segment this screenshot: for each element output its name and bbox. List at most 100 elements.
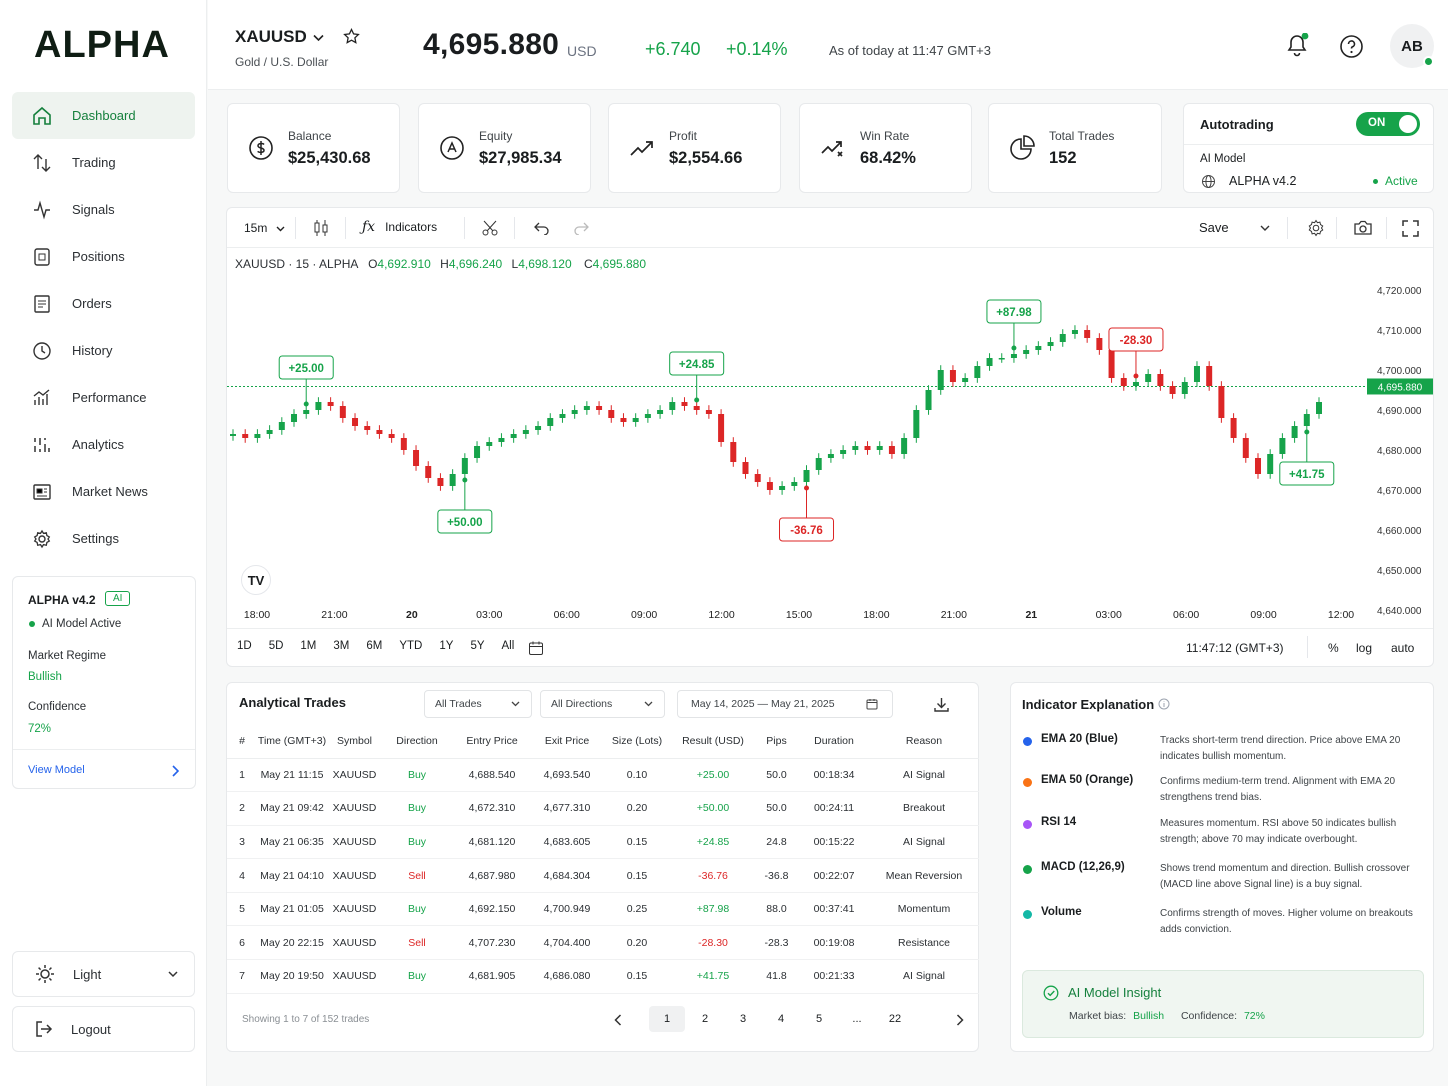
table-row[interactable]: 4 May 21 04:10 XAUUSD Sell 4,687.980 4,684.30… — [227, 858, 979, 893]
table-cell: 4,707.230 — [452, 925, 532, 961]
scissors-icon[interactable] — [482, 220, 498, 236]
direction-filter[interactable]: All Directions — [540, 690, 665, 718]
download-icon[interactable] — [934, 697, 949, 712]
autotrading-toggle[interactable]: ON — [1356, 112, 1420, 136]
sidebar-item-market-news[interactable]: Market News — [12, 468, 195, 515]
table-cell: XAUUSD — [327, 959, 382, 994]
interval-select[interactable]: 15m — [244, 221, 285, 235]
sidebar-item-label: Performance — [72, 390, 147, 405]
symbol-name[interactable]: XAUUSD — [235, 27, 307, 47]
status-dot — [29, 621, 35, 627]
indicator-name: Volume — [1041, 906, 1082, 918]
gear-icon[interactable] — [1307, 219, 1325, 237]
sidebar-item-performance[interactable]: Performance — [12, 374, 195, 421]
range-1m[interactable]: 1M — [300, 640, 316, 652]
x-tick-label: 18:00 — [863, 609, 889, 621]
candle — [315, 402, 322, 410]
candle — [1218, 386, 1225, 418]
stat-card-equity: Equity $27,985.34 — [418, 103, 591, 193]
theme-selector[interactable]: Light — [12, 951, 195, 997]
range-5y[interactable]: 5Y — [470, 640, 484, 652]
sidebar-item-orders[interactable]: Orders — [12, 280, 195, 327]
info-icon[interactable] — [1158, 698, 1170, 710]
candles-icon[interactable] — [313, 219, 329, 237]
table-cell: -36.76 — [672, 858, 754, 893]
logout-button[interactable]: Logout — [12, 1006, 195, 1052]
sidebar-item-positions[interactable]: Positions — [12, 233, 195, 280]
table-row[interactable]: 5 May 21 01:05 XAUUSD Buy 4,692.150 4,700.949… — [227, 892, 979, 927]
range-1y[interactable]: 1Y — [439, 640, 453, 652]
sidebar-item-settings[interactable]: Settings — [12, 515, 195, 562]
undo-icon[interactable] — [534, 221, 550, 235]
price-change: +6.740 — [645, 39, 701, 59]
next-page-icon[interactable] — [956, 1014, 964, 1026]
percent-toggle[interactable]: % — [1328, 641, 1339, 655]
range-ytd[interactable]: YTD — [399, 640, 422, 652]
sidebar-item-dashboard[interactable]: Dashboard — [12, 92, 195, 139]
view-model-link[interactable]: View Model — [28, 764, 85, 776]
price-chart[interactable]: 4,720.000 4,710.000 4,700.000 4,690.000 4,68… — [227, 268, 1433, 628]
table-row[interactable]: 3 May 21 06:35 XAUUSD Buy 4,681.120 4,683.605… — [227, 825, 979, 860]
sidebar-item-history[interactable]: History — [12, 327, 195, 374]
fullscreen-icon[interactable] — [1402, 220, 1419, 237]
toggle-label: ON — [1368, 117, 1386, 129]
table-cell: May 21 04:10 — [257, 858, 327, 893]
column-header: Exit Price — [532, 725, 602, 759]
auto-toggle[interactable]: auto — [1391, 641, 1414, 655]
table-cell: AI Signal — [869, 825, 979, 860]
table-cell: Sell — [382, 858, 452, 893]
bell-icon[interactable] — [1285, 33, 1309, 59]
page-1[interactable]: 1 — [649, 1006, 685, 1032]
star-icon[interactable] — [343, 28, 360, 45]
table-row[interactable]: 6 May 20 22:15 XAUUSD Sell 4,707.230 4,704.40… — [227, 925, 979, 961]
candle — [827, 454, 834, 458]
candle — [461, 458, 468, 474]
table-row[interactable]: 2 May 21 09:42 XAUUSD Buy 4,672.310 4,677.310… — [227, 791, 979, 826]
table-row[interactable]: 7 May 20 19:50 XAUUSD Buy 4,681.905 4,686.080… — [227, 959, 979, 994]
column-header: Result (USD) — [672, 725, 754, 759]
range-1d[interactable]: 1D — [237, 640, 252, 652]
candle — [754, 474, 761, 482]
sidebar-item-label: Settings — [72, 531, 119, 546]
sidebar-item-analytics[interactable]: Analytics — [12, 421, 195, 468]
page-4[interactable]: 4 — [763, 1013, 799, 1025]
symbol-description: Gold / U.S. Dollar — [235, 55, 329, 69]
range-5d[interactable]: 5D — [269, 640, 284, 652]
page-3[interactable]: 3 — [725, 1013, 761, 1025]
candle — [413, 450, 420, 466]
log-toggle[interactable]: log — [1356, 641, 1372, 655]
range-6m[interactable]: 6M — [366, 640, 382, 652]
chevron-right-icon[interactable] — [171, 765, 179, 777]
save-dropdown-icon[interactable] — [1260, 225, 1270, 232]
calendar-icon[interactable] — [528, 640, 544, 656]
redo-icon[interactable] — [573, 221, 589, 235]
pie-icon — [1010, 135, 1035, 160]
sidebar-item-signals[interactable]: Signals — [12, 186, 195, 233]
y-tick-label: 4,720.000 — [1377, 286, 1422, 297]
indicator-title: Indicator Explanation — [1022, 697, 1155, 712]
candle — [1023, 350, 1030, 354]
indicator-card: Indicator Explanation EMA 20 (Blue) Track… — [1010, 682, 1434, 1052]
table-row[interactable]: 1 May 21 11:15 XAUUSD Buy 4,688.540 4,693.540… — [227, 758, 979, 793]
camera-icon[interactable] — [1353, 220, 1373, 236]
range-all[interactable]: All — [502, 640, 515, 652]
page-2[interactable]: 2 — [687, 1013, 723, 1025]
page-5[interactable]: 5 — [801, 1013, 837, 1025]
stat-value: $2,554.66 — [669, 148, 743, 167]
candle — [888, 446, 895, 454]
candle — [1316, 402, 1322, 414]
table-cell: May 20 22:15 — [257, 925, 327, 961]
trades-filter[interactable]: All Trades — [424, 690, 532, 718]
table-cell: 00:22:07 — [799, 858, 869, 893]
save-button[interactable]: Save — [1199, 220, 1229, 235]
range-3m[interactable]: 3M — [333, 640, 349, 652]
page-22[interactable]: 22 — [877, 1013, 913, 1025]
table-cell: XAUUSD — [327, 892, 382, 927]
x-tick-label: 03:00 — [476, 609, 502, 621]
symbol-dropdown-icon[interactable] — [313, 34, 324, 42]
indicators-button[interactable]: ƒx Indicators — [362, 219, 437, 235]
sidebar-item-trading[interactable]: Trading — [12, 139, 195, 186]
help-icon[interactable] — [1339, 34, 1364, 59]
prev-page-icon[interactable] — [614, 1014, 622, 1026]
date-range-picker[interactable]: May 14, 2025 — May 21, 2025 — [677, 690, 893, 718]
